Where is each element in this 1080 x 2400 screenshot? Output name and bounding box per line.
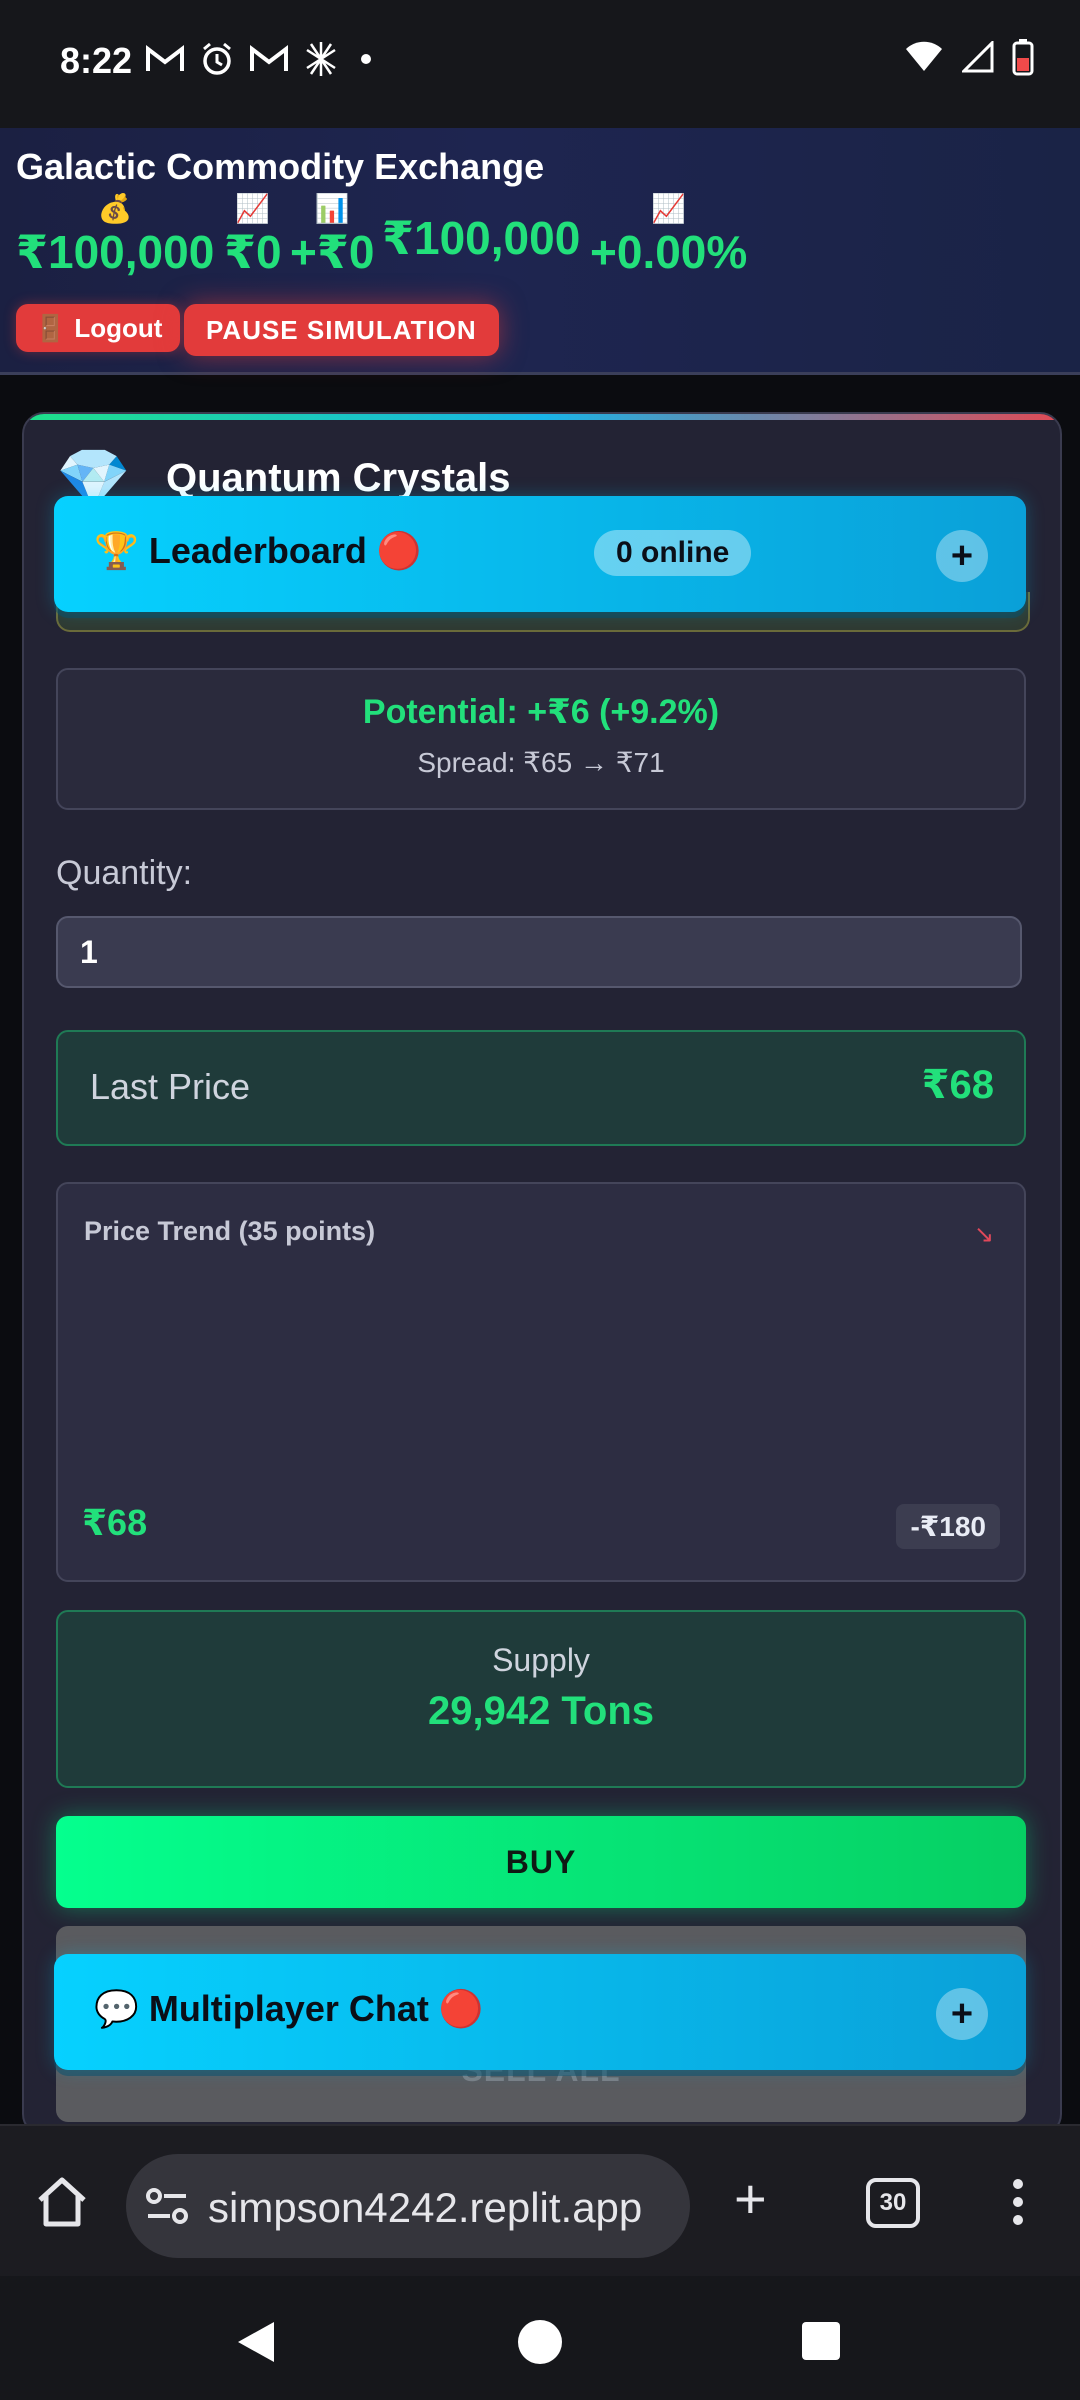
home-icon[interactable] [34, 2174, 90, 2230]
more-notifications-dot [361, 54, 371, 64]
browser-toolbar: simpson4242.replit.app + 30 [0, 2124, 1080, 2278]
gmail-icon [250, 44, 288, 71]
stat-net-worth-value: ₹100,000 [382, 212, 581, 264]
stat-profit: 📊 +₹0 [290, 194, 374, 280]
chart-up-icon: 📈 [235, 193, 271, 224]
leaderboard-title: 🏆 Leaderboard 🔴 [94, 530, 422, 571]
gmail-icon [146, 44, 184, 71]
url-text: simpson4242.replit.app [208, 2184, 643, 2231]
stat-cash-value: ₹100,000 [16, 226, 215, 278]
supply-value: 29,942 Tons [427, 1689, 655, 1733]
spread-text: Spread: ₹65 → ₹71 [417, 747, 665, 778]
stat-holdings: 📈 ₹0 [224, 194, 282, 280]
money-bag-icon: 💰 [97, 193, 133, 224]
notification-icons [145, 40, 371, 78]
quantity-input[interactable] [56, 916, 1022, 988]
leaderboard-expand-button[interactable]: + [936, 530, 988, 582]
wifi-icon [906, 41, 942, 71]
stat-profit-value: +₹0 [290, 226, 375, 278]
commodity-card: 💎 Quantum Crystals Potential: +₹6 (+9.2%… [22, 412, 1062, 2136]
trend-title: Price Trend (35 points) [84, 1216, 376, 1246]
bar-chart-icon: 📊 [314, 193, 350, 224]
last-price-value: ₹68 [921, 1063, 994, 1107]
status-bar: 8:22 [0, 0, 1080, 128]
stat-return: 📈 +0.00% [590, 194, 747, 280]
chart-up-icon: 📈 [651, 193, 687, 224]
logout-button[interactable]: 🚪 Logout [16, 304, 181, 352]
site-settings-icon[interactable] [144, 2184, 192, 2228]
system-icons [904, 38, 1034, 76]
price-trend-chart: Price Trend (35 points) ↘ ₹68 -₹180 [56, 1182, 1026, 1582]
signal-icon [962, 41, 994, 73]
commodity-name: Quantum Crystals [166, 456, 511, 500]
more-menu-icon[interactable] [1010, 2178, 1026, 2226]
home-nav-icon[interactable] [516, 2318, 564, 2366]
stat-cash: 💰 ₹100,000 [16, 194, 214, 280]
stat-return-value: +0.00% [590, 226, 748, 278]
stat-net-worth: ₹100,000 [382, 210, 580, 266]
trend-change-badge: -₹180 [896, 1504, 1000, 1549]
trend-down-icon: ↘ [973, 1221, 994, 1248]
supply-label: Supply [492, 1642, 590, 1678]
new-tab-icon[interactable]: + [734, 2166, 767, 2231]
stat-holdings-value: ₹0 [224, 226, 282, 278]
recents-icon[interactable] [800, 2320, 842, 2362]
navigation-bar [0, 2276, 1080, 2400]
trend-current-price: ₹68 [82, 1502, 148, 1543]
status-time: 8:22 [60, 40, 133, 81]
buy-button[interactable]: BUY [56, 1816, 1026, 1908]
alarm-icon [203, 42, 231, 75]
chat-title: 💬 Multiplayer Chat 🔴 [94, 1988, 484, 2029]
tab-switcher-button[interactable]: 30 [866, 2178, 920, 2228]
chat-expand-button[interactable]: + [936, 1988, 988, 2040]
quantity-label: Quantity: [56, 854, 193, 892]
potential-text: Potential: +₹6 (+9.2%) [362, 693, 720, 731]
address-bar[interactable]: simpson4242.replit.app [126, 2154, 690, 2258]
online-count-badge: 0 online [594, 530, 752, 576]
logout-label: Logout [74, 312, 163, 343]
leaderboard-panel[interactable]: 🏆 Leaderboard 🔴 0 online + [54, 496, 1026, 612]
last-price-box: Last Price ₹68 [56, 1030, 1026, 1146]
app-title: Galactic Commodity Exchange [16, 146, 545, 187]
app-icon [306, 42, 336, 76]
door-icon: 🚪 [34, 312, 67, 343]
app-header: Galactic Commodity Exchange 💰 ₹100,000 📈… [0, 128, 1080, 375]
potential-box: Potential: +₹6 (+9.2%) Spread: ₹65 → ₹71 [56, 668, 1026, 810]
supply-box: Supply 29,942 Tons [56, 1610, 1026, 1788]
pause-simulation-button[interactable]: PAUSE SIMULATION [184, 304, 499, 356]
battery-icon [1012, 39, 1034, 76]
back-icon[interactable] [234, 2318, 278, 2366]
last-price-label: Last Price [90, 1066, 251, 1107]
chat-panel[interactable]: 💬 Multiplayer Chat 🔴 + [54, 1954, 1026, 2070]
